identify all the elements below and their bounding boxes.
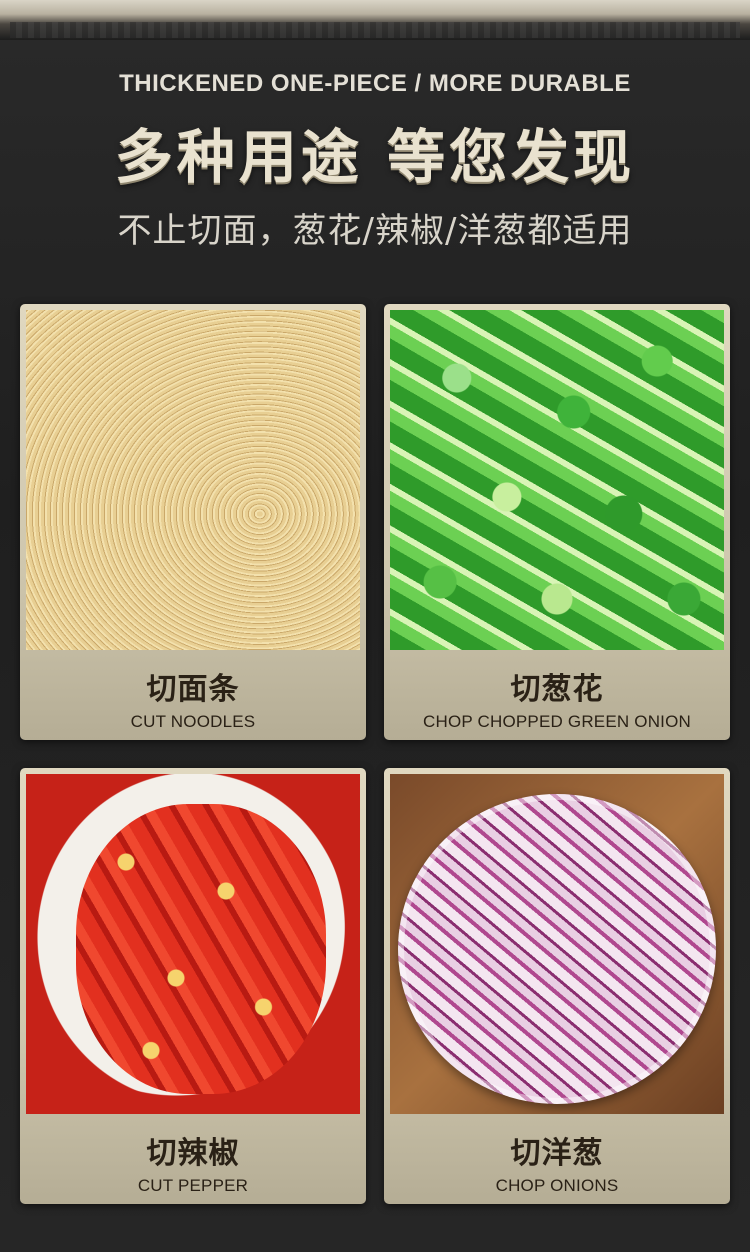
card-title-en: CHOP CHOPPED GREEN ONION: [422, 712, 692, 731]
card-title-zh: 切葱花: [510, 672, 604, 707]
card-chop-onions: 切洋葱 CHOP ONIONS: [384, 768, 730, 1204]
card-caption: 切葱花 CHOP CHOPPED GREEN ONION: [384, 650, 730, 740]
chili-pepper-photo: [26, 774, 360, 1114]
card-caption: 切辣椒 CUT PEPPER: [20, 1114, 366, 1204]
card-chop-green-onion: 切葱花 CHOP CHOPPED GREEN ONION: [384, 304, 730, 740]
card-cut-noodles: 切面条 CUT NOODLES: [20, 304, 366, 740]
card-title-en: CUT NOODLES: [130, 712, 256, 731]
card-title-zh: 切洋葱: [510, 1136, 604, 1171]
card-title-en: CUT PEPPER: [137, 1176, 249, 1195]
card-caption: 切洋葱 CHOP ONIONS: [384, 1114, 730, 1204]
card-title-en: CHOP ONIONS: [495, 1176, 619, 1195]
red-onion-photo: [390, 774, 724, 1114]
english-subtitle: THICKENED ONE-PIECE / MORE DURABLE: [119, 70, 631, 97]
card-title-zh: 切辣椒: [146, 1136, 240, 1171]
card-title-zh: 切面条: [146, 672, 240, 707]
green-onion-photo: [390, 310, 724, 650]
noodles-photo: [26, 310, 360, 650]
decorative-top-border: [0, 0, 750, 40]
card-cut-pepper: 切辣椒 CUT PEPPER: [20, 768, 366, 1204]
tagline: 不止切面，葱花/辣椒/洋葱都适用: [117, 211, 633, 251]
card-caption: 切面条 CUT NOODLES: [20, 650, 366, 740]
headline: 多种用途 等您发现: [114, 123, 636, 191]
